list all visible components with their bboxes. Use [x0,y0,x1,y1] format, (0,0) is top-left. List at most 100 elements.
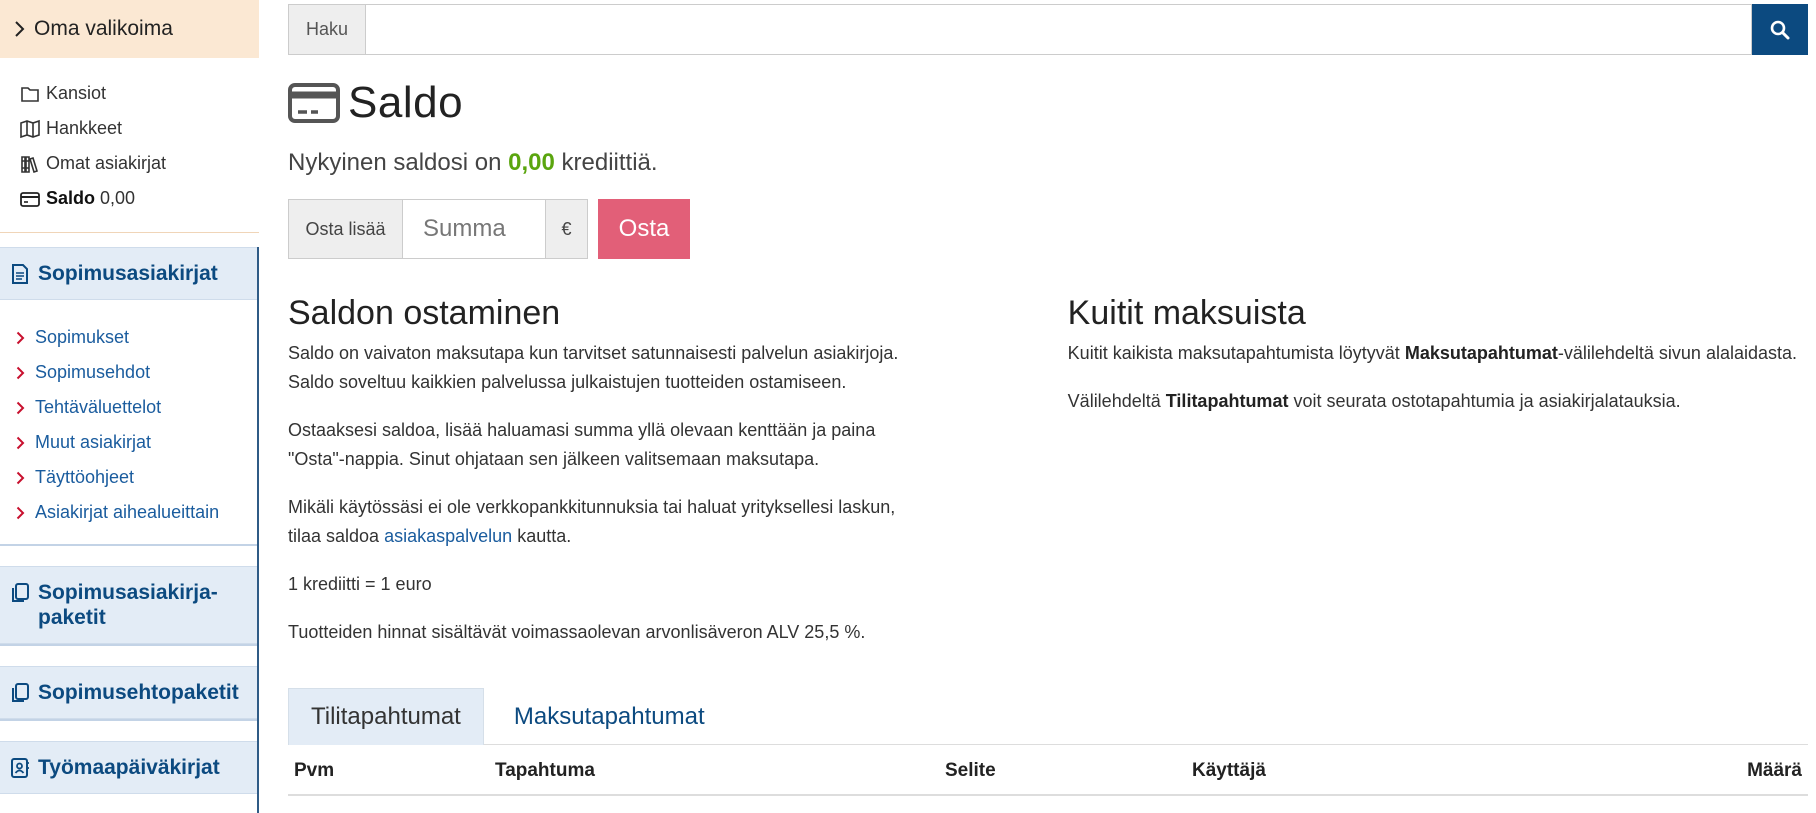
page-header: Saldo [288,75,1808,131]
paragraph: Saldo on vaivaton maksutapa kun tarvitse… [288,343,899,392]
paragraph: 1 krediitti = 1 euro [288,574,432,594]
sidebar-item-contracts[interactable]: Sopimukset [16,320,257,355]
tab-payment-transactions[interactable]: Maksutapahtumat [492,688,727,745]
balance-amount: 0,00 [508,149,555,176]
search-icon [1770,20,1790,40]
chevron-right-icon [16,366,25,380]
sidebar-balance-value: 0,00 [100,188,136,208]
section-contract-documents[interactable]: Sopimusasiakirjat [0,247,257,300]
sidebar-item-label: Tehtäväluettelot [35,397,162,417]
buying-balance-section: Saldon ostaminen Saldo on vaivaton maksu… [288,293,956,666]
balance-suffix: krediittiä. [561,149,658,176]
sidebar-item-projects[interactable]: Hankkeet [20,111,259,146]
own-selection-header[interactable]: Oma valikoima [0,0,259,58]
current-balance: Nykyinen saldosi on 0,00 krediittiä. [288,149,1808,177]
copy-icon [10,582,30,604]
paragraph: Välilehdeltä Tilitapahtumat voit seurata… [1068,387,1808,416]
chevron-right-icon [16,471,25,485]
sidebar-item-contract-terms[interactable]: Sopimusehdot [16,355,257,390]
info-columns: Saldon ostaminen Saldo on vaivaton maksu… [288,293,1808,666]
sidebar-item-label: Muut asiakirjat [35,432,152,452]
buy-more-label: Osta lisää [288,199,402,259]
own-selection-panel: Oma valikoima Kansiot Hankkeet Omat asia… [0,0,259,233]
divider [0,644,257,666]
sidebar: Oma valikoima Kansiot Hankkeet Omat asia… [0,0,259,813]
section-title: Sopimusehtopaketit [38,681,239,704]
sidebar-item-fill-instructions[interactable]: Täyttöohjeet [16,460,257,495]
section-title: Sopimusasiakirja- paketit [38,581,218,629]
sidebar-balance-label: Saldo [46,188,96,208]
credit-card-icon [288,83,340,123]
section-site-diaries[interactable]: Työmaapäiväkirjat [0,741,257,794]
chevron-right-icon [16,436,25,450]
amount-input[interactable] [402,199,546,259]
sidebar-item-label: Täyttöohjeet [35,467,135,487]
section-title: Sopimusasiakirjat [38,262,218,285]
text: Mikäli käytössäsi ei ole verkkopankkitun… [288,497,896,546]
sidebar-item-balance[interactable]: Saldo 0,00 [20,181,259,216]
copy-icon [10,682,30,704]
paragraph: Kuitit kaikista maksutapahtumista löytyv… [1068,339,1808,368]
bold-text: Maksutapahtumat [1404,343,1558,363]
sidebar-item-label: Kansiot [46,83,107,103]
sidebar-item-label: Sopimukset [35,327,130,347]
sidebar-sections: Sopimusasiakirjat Sopimukset Sopimusehdo… [0,247,259,813]
credit-card-icon [20,189,40,209]
document-icon [10,263,30,285]
column-header-event[interactable]: Tapahtuma [495,760,595,782]
section-heading: Saldon ostaminen [288,294,561,332]
chevron-right-icon [16,331,25,345]
sidebar-item-label: Hankkeet [46,118,123,138]
customer-service-link[interactable]: asiakaspalvelun [384,526,512,546]
sidebar-item-label: Omat asiakirjat [46,153,167,173]
column-header-user[interactable]: Käyttäjä [1192,760,1266,782]
search-label: Haku [288,4,365,55]
tab-account-transactions[interactable]: Tilitapahtumat [288,688,484,745]
search-bar: Haku [288,4,1808,55]
divider [0,544,257,566]
chevron-right-icon [16,401,25,415]
sidebar-item-own-documents[interactable]: Omat asiakirjat [20,146,259,181]
section-document-packages[interactable]: Sopimusasiakirja- paketit [0,566,257,644]
sidebar-item-task-lists[interactable]: Tehtäväluettelot [16,390,257,425]
sidebar-item-label: Asiakirjat aihealueittain [35,502,220,522]
search-button[interactable] [1752,4,1808,55]
currency-addon: € [546,199,588,259]
section-term-packages[interactable]: Sopimusehtopaketit [0,666,257,719]
text: kautta. [517,526,572,546]
divider [0,719,257,741]
column-header-description[interactable]: Selite [945,760,996,782]
folder-icon [20,84,40,104]
text: -välilehdeltä sivun alalaidasta. [1557,343,1798,363]
page-title: Saldo [348,78,464,127]
sidebar-item-label: Sopimusehdot [35,362,151,382]
buy-button[interactable]: Osta [598,199,690,259]
transaction-tabs: Tilitapahtumat Maksutapahtumat [288,688,1808,745]
column-header-amount[interactable]: Määrä [1747,760,1802,782]
contract-documents-list: Sopimukset Sopimusehdot Tehtäväluettelot… [0,300,257,544]
own-selection-list: Kansiot Hankkeet Omat asiakirjat Saldo 0… [0,58,259,232]
main-content: Haku Saldo Nykyinen saldosi on 0,00 kred… [288,0,1808,796]
receipts-section: Kuitit maksuista Kuitit kaikista maksuta… [1068,293,1808,666]
text: voit seurata ostotapahtumia ja asiakirja… [1293,391,1681,411]
sidebar-item-documents-by-topic[interactable]: Asiakirjat aihealueittain [16,495,257,530]
books-icon [20,154,40,174]
own-selection-title: Oma valikoima [34,17,173,40]
table-header: Pvm Tapahtuma Selite Käyttäjä Määrä [288,748,1808,796]
sidebar-item-folders[interactable]: Kansiot [20,76,259,111]
section-title: Työmaapäiväkirjat [38,756,220,779]
map-icon [20,119,40,139]
paragraph: Tuotteiden hinnat sisältävät voimassaole… [288,622,866,642]
text: Kuitit kaikista maksutapahtumista löytyv… [1067,343,1400,363]
balance-prefix: Nykyinen saldosi on [288,149,502,176]
chevron-right-icon [16,506,25,520]
contact-book-icon [10,757,30,779]
chevron-right-icon [14,20,26,38]
search-input[interactable] [365,4,1752,55]
text: Välilehdeltä [1067,391,1161,411]
column-header-date[interactable]: Pvm [294,760,334,782]
paragraph: Mikäli käytössäsi ei ole verkkopankkitun… [288,493,926,551]
paragraph: Ostaaksesi saldoa, lisää haluamasi summa… [288,420,876,469]
sidebar-item-other-documents[interactable]: Muut asiakirjat [16,425,257,460]
bold-text: Tilitapahtumat [1165,391,1289,411]
